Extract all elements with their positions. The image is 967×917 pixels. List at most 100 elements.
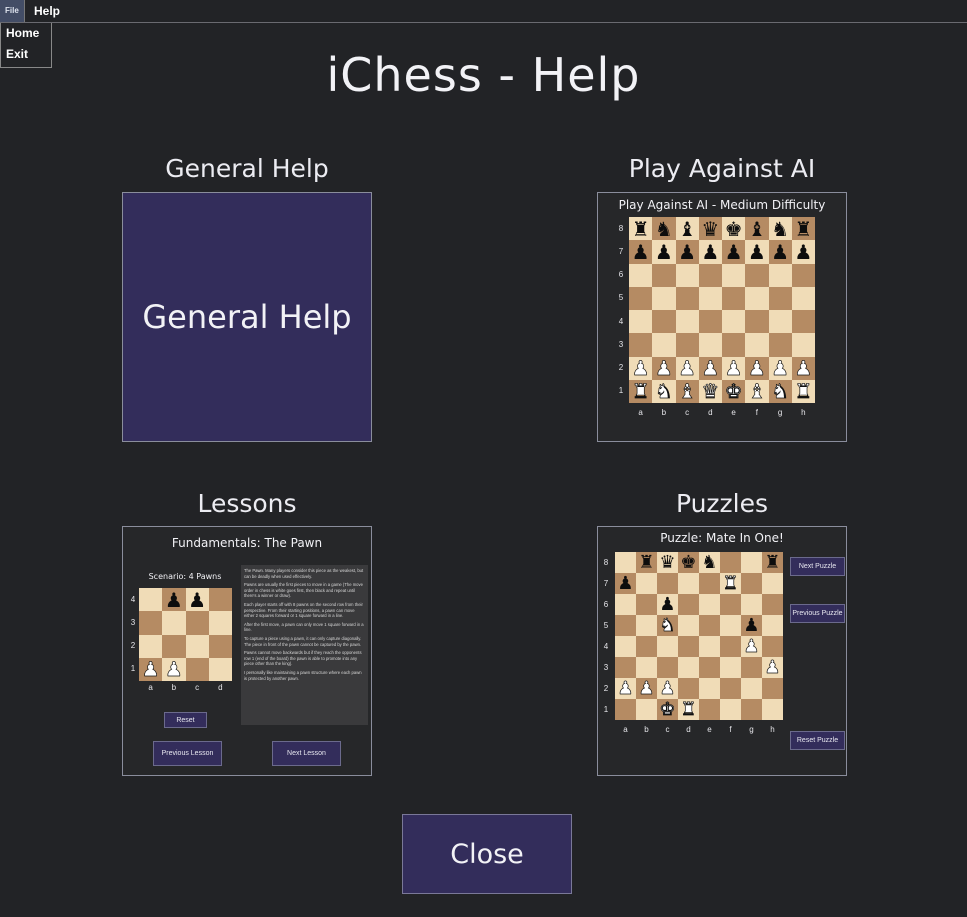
board-square-d2[interactable]: ♟ — [698, 356, 722, 380]
board-square-f6[interactable] — [720, 594, 741, 615]
board-square-f5[interactable] — [745, 286, 769, 310]
black-pawn-icon[interactable]: ♟ — [701, 242, 719, 262]
board-square-g3[interactable] — [768, 333, 792, 357]
board-square-b1[interactable]: ♟ — [162, 657, 186, 681]
board-square-d3[interactable] — [698, 333, 722, 357]
board-square-f1[interactable] — [720, 699, 741, 720]
board-square-c4[interactable]: ♟ — [185, 588, 209, 612]
board-square-f2[interactable]: ♟ — [745, 356, 769, 380]
board-square-e7[interactable]: ♟ — [722, 240, 746, 264]
black-pawn-icon[interactable]: ♟ — [165, 590, 183, 610]
board-square-c7[interactable]: ♟ — [675, 240, 699, 264]
black-pawn-icon[interactable]: ♟ — [655, 242, 673, 262]
board-square-h7[interactable] — [762, 573, 783, 594]
board-square-a4[interactable] — [615, 636, 636, 657]
board-square-e6[interactable] — [722, 263, 746, 287]
white-pawn-icon[interactable]: ♟ — [764, 658, 781, 677]
board-square-e4[interactable] — [722, 310, 746, 334]
board-square-h1[interactable]: ♜ — [791, 379, 815, 403]
white-pawn-icon[interactable]: ♟ — [748, 358, 767, 379]
black-queen-icon[interactable]: ♛ — [701, 219, 719, 239]
board-square-c1[interactable]: ♚ — [657, 699, 678, 720]
close-button[interactable]: Close — [402, 814, 572, 894]
board-square-d6[interactable] — [698, 263, 722, 287]
board-square-h8[interactable]: ♜ — [791, 217, 815, 241]
board-square-c6[interactable] — [675, 263, 699, 287]
white-knight-icon[interactable]: ♞ — [771, 381, 790, 402]
board-square-b8[interactable]: ♞ — [652, 217, 676, 241]
board-square-a2[interactable]: ♟ — [629, 356, 653, 380]
board-square-c3[interactable] — [657, 657, 678, 678]
board-square-h6[interactable] — [762, 594, 783, 615]
board-square-d6[interactable] — [678, 594, 699, 615]
board-square-b4[interactable] — [652, 310, 676, 334]
board-square-f7[interactable]: ♜ — [720, 573, 741, 594]
board-square-h5[interactable] — [762, 615, 783, 636]
board-square-b8[interactable]: ♜ — [636, 552, 657, 573]
black-pawn-icon[interactable]: ♟ — [794, 242, 812, 262]
white-king-icon[interactable]: ♚ — [659, 700, 676, 719]
board-square-a1[interactable] — [615, 699, 636, 720]
board-square-b2[interactable]: ♟ — [636, 678, 657, 699]
board-square-d3[interactable] — [208, 611, 232, 635]
board-square-a1[interactable]: ♟ — [139, 657, 163, 681]
white-queen-icon[interactable]: ♛ — [701, 381, 720, 402]
white-knight-icon[interactable]: ♞ — [655, 381, 674, 402]
puzzles-panel[interactable]: Puzzle: Mate In One! Next Puzzle Previou… — [597, 526, 847, 776]
board-square-h3[interactable]: ♟ — [762, 657, 783, 678]
board-square-e2[interactable] — [699, 678, 720, 699]
board-square-a4[interactable] — [139, 588, 163, 612]
board-square-a8[interactable]: ♜ — [629, 217, 653, 241]
board-square-g4[interactable] — [768, 310, 792, 334]
black-pawn-icon[interactable]: ♟ — [725, 242, 743, 262]
black-pawn-icon[interactable]: ♟ — [617, 574, 633, 593]
board-square-e3[interactable] — [722, 333, 746, 357]
white-pawn-icon[interactable]: ♟ — [617, 679, 634, 698]
white-bishop-icon[interactable]: ♝ — [678, 381, 697, 402]
white-pawn-icon[interactable]: ♟ — [724, 358, 743, 379]
board-square-e4[interactable] — [699, 636, 720, 657]
board-square-d7[interactable] — [678, 573, 699, 594]
black-rook-icon[interactable]: ♜ — [764, 553, 780, 572]
board-square-f8[interactable]: ♝ — [745, 217, 769, 241]
board-square-h4[interactable] — [791, 310, 815, 334]
lessons-panel[interactable]: Fundamentals: The Pawn Scenario: 4 Pawns… — [122, 526, 372, 776]
white-pawn-icon[interactable]: ♟ — [743, 637, 760, 656]
board-square-e6[interactable] — [699, 594, 720, 615]
board-square-f5[interactable] — [720, 615, 741, 636]
board-square-b2[interactable]: ♟ — [652, 356, 676, 380]
black-knight-icon[interactable]: ♞ — [771, 219, 789, 239]
board-square-d5[interactable] — [678, 615, 699, 636]
black-bishop-icon[interactable]: ♝ — [748, 219, 766, 239]
board-square-h4[interactable] — [762, 636, 783, 657]
board-square-a7[interactable]: ♟ — [615, 573, 636, 594]
board-square-g1[interactable] — [741, 699, 762, 720]
board-square-g6[interactable] — [741, 594, 762, 615]
white-pawn-icon[interactable]: ♟ — [631, 358, 650, 379]
next-lesson-button[interactable]: Next Lesson — [272, 741, 341, 766]
board-square-c5[interactable] — [675, 286, 699, 310]
black-knight-icon[interactable]: ♞ — [655, 219, 673, 239]
board-square-g5[interactable]: ♟ — [741, 615, 762, 636]
black-pawn-icon[interactable]: ♟ — [632, 242, 650, 262]
board-square-c2[interactable] — [185, 634, 209, 658]
white-rook-icon[interactable]: ♜ — [794, 381, 813, 402]
black-rook-icon[interactable]: ♜ — [794, 219, 812, 239]
board-square-b3[interactable] — [162, 611, 186, 635]
play-ai-panel[interactable]: Play Against AI - Medium Difficulty ♜ ♞ ♝ ♛… — [597, 192, 847, 442]
board-square-c2[interactable]: ♟ — [675, 356, 699, 380]
board-square-g8[interactable]: ♞ — [768, 217, 792, 241]
board-square-d4[interactable] — [208, 588, 232, 612]
white-king-icon[interactable]: ♚ — [724, 381, 743, 402]
previous-puzzle-button[interactable]: Previous Puzzle — [790, 604, 845, 623]
next-puzzle-button[interactable]: Next Puzzle — [790, 557, 845, 576]
white-pawn-icon[interactable]: ♟ — [794, 358, 813, 379]
board-square-h8[interactable]: ♜ — [762, 552, 783, 573]
board-square-d1[interactable] — [208, 657, 232, 681]
board-square-e7[interactable] — [699, 573, 720, 594]
board-square-h3[interactable] — [791, 333, 815, 357]
board-square-g2[interactable]: ♟ — [768, 356, 792, 380]
black-bishop-icon[interactable]: ♝ — [678, 219, 696, 239]
board-square-e5[interactable] — [722, 286, 746, 310]
board-square-g6[interactable] — [768, 263, 792, 287]
